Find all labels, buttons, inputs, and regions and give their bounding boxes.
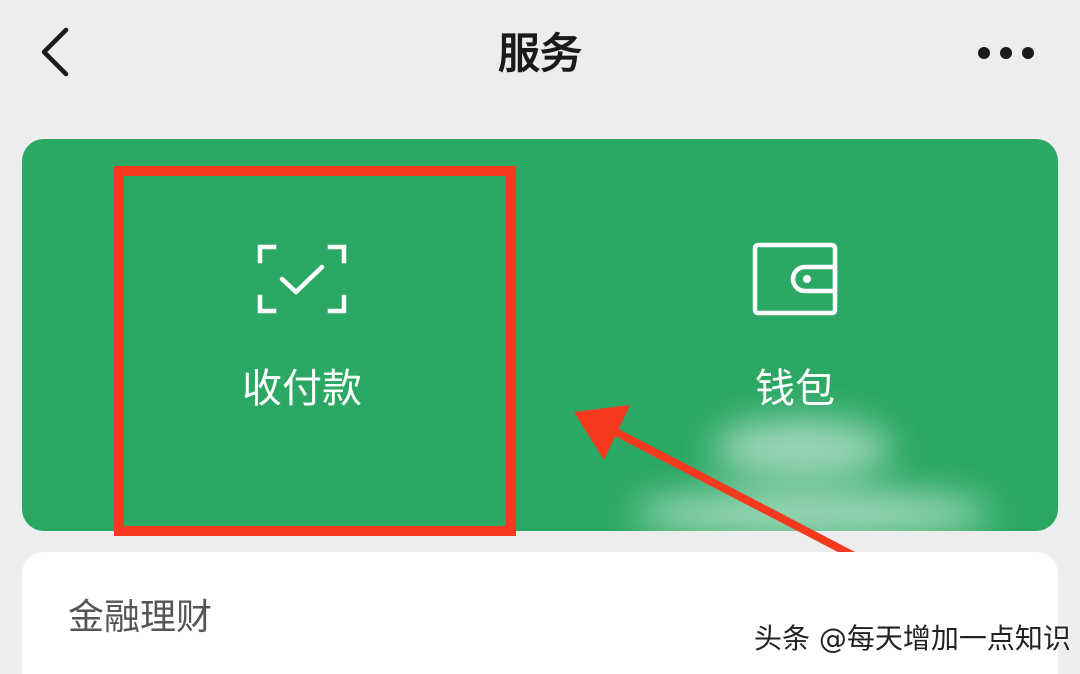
more-dots-icon — [978, 47, 1034, 59]
service-label-wallet: 钱包 — [755, 366, 835, 412]
highlight-box — [114, 166, 516, 536]
section-title-finance: 金融理财 — [68, 597, 213, 638]
page-title: 服务 — [497, 29, 582, 78]
watermark: 头条 @每天增加一点知识 — [754, 622, 1071, 655]
page: 服务 收付款 钱包 金融理财 头条 @每天增加一点知识 — [0, 0, 1080, 674]
more-button[interactable] — [966, 28, 1046, 78]
service-item-wallet[interactable]: 钱包 — [540, 139, 1058, 531]
top-nav-bar: 服务 — [0, 0, 1080, 110]
wallet-icon — [752, 242, 838, 316]
